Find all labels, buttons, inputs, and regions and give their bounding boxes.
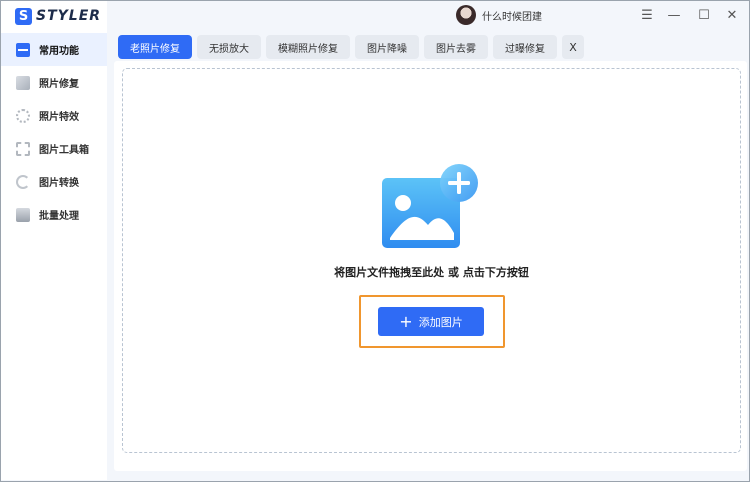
drop-hint-text: 将图片文件拖拽至此处 或 点击下方按钮 (334, 266, 529, 279)
tab-overexposure-repair[interactable]: 过曝修复 (493, 35, 557, 59)
menu-button[interactable]: ☰ (636, 5, 658, 27)
sidebar-item-batch[interactable]: 批量处理 (1, 198, 107, 231)
sidebar-item-label: 照片特效 (39, 112, 79, 123)
toolbox-icon (16, 141, 30, 156)
logo-mark: S (15, 7, 32, 25)
sidebar-item-common[interactable]: 常用功能 (1, 33, 107, 66)
drop-zone[interactable] (122, 68, 741, 453)
tab-old-photo-repair[interactable]: 老照片修复 (118, 35, 192, 59)
add-image-icon (382, 164, 478, 248)
title-bar: 什么时候团建 ☰ — ☐ ✕ (107, 1, 749, 31)
minimize-button[interactable]: — (663, 5, 685, 27)
tab-close-button[interactable]: X (562, 35, 584, 59)
sidebar-item-label: 批量处理 (39, 211, 79, 222)
convert-icon (16, 174, 30, 189)
tab-dehaze[interactable]: 图片去雾 (424, 35, 488, 59)
username: 什么时候团建 (482, 11, 542, 23)
sidebar-item-label: 常用功能 (39, 46, 79, 57)
batch-icon (16, 207, 30, 222)
tab-denoise[interactable]: 图片降噪 (355, 35, 419, 59)
sidebar-item-convert[interactable]: 图片转换 (1, 165, 107, 198)
avatar (456, 5, 476, 25)
add-image-button[interactable]: + 添加图片 (378, 307, 484, 336)
sidebar: S STYLER 常用功能 照片修复 照片特效 图片工具箱 图片转换 批量处理 (1, 1, 107, 480)
sidebar-nav: 常用功能 照片修复 照片特效 图片工具箱 图片转换 批量处理 (1, 33, 107, 231)
feature-tabs: 老照片修复 无损放大 模糊照片修复 图片降噪 图片去雾 过曝修复 X (118, 35, 589, 59)
add-image-label: 添加图片 (418, 315, 463, 329)
tab-lossless-upscale[interactable]: 无损放大 (197, 35, 261, 59)
sidebar-item-label: 图片转换 (39, 178, 79, 189)
plus-icon: + (399, 311, 413, 331)
app-name: STYLER (36, 8, 102, 24)
photo-icon (16, 75, 30, 90)
close-button[interactable]: ✕ (721, 5, 743, 27)
user-profile[interactable]: 什么时候团建 (456, 5, 542, 25)
maximize-button[interactable]: ☐ (693, 5, 715, 27)
sidebar-item-photo-effects[interactable]: 照片特效 (1, 99, 107, 132)
app-logo: S STYLER (15, 7, 101, 25)
tab-blur-repair[interactable]: 模糊照片修复 (266, 35, 350, 59)
home-icon (16, 42, 30, 57)
effect-icon (16, 108, 30, 123)
sidebar-item-label: 照片修复 (39, 79, 79, 90)
sidebar-item-label: 图片工具箱 (39, 145, 89, 156)
sidebar-item-photo-repair[interactable]: 照片修复 (1, 66, 107, 99)
sidebar-item-toolbox[interactable]: 图片工具箱 (1, 132, 107, 165)
